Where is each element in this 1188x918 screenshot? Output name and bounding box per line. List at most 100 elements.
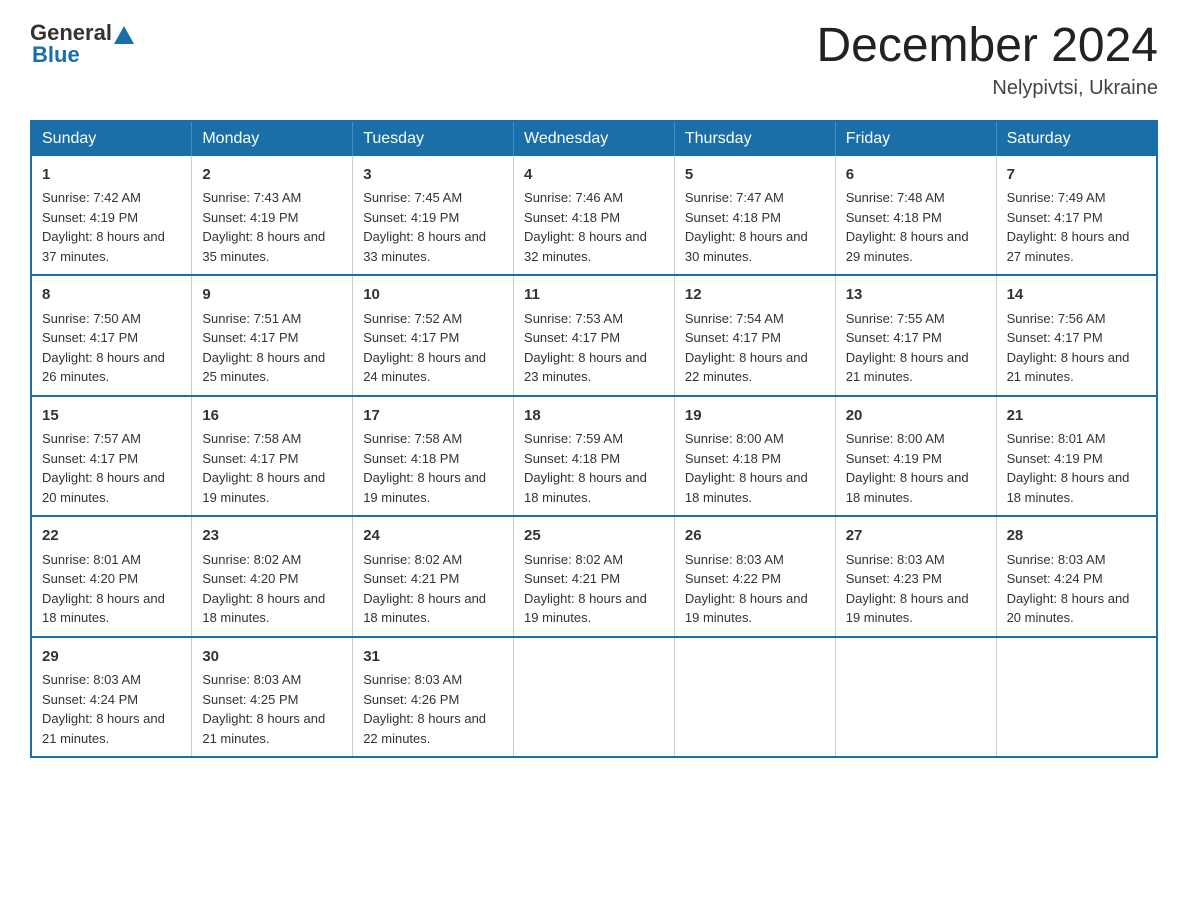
daylight-info: Daylight: 8 hours and 20 minutes. [1007, 591, 1130, 626]
calendar-cell: 5 Sunrise: 7:47 AM Sunset: 4:18 PM Dayli… [674, 156, 835, 276]
calendar-table: SundayMondayTuesdayWednesdayThursdayFrid… [30, 120, 1158, 759]
day-number: 11 [524, 284, 664, 307]
daylight-info: Daylight: 8 hours and 27 minutes. [1007, 229, 1130, 264]
sunrise-info: Sunrise: 7:45 AM [363, 190, 462, 205]
calendar-cell: 23 Sunrise: 8:02 AM Sunset: 4:20 PM Dayl… [192, 516, 353, 637]
day-number: 8 [42, 284, 181, 307]
sunset-info: Sunset: 4:17 PM [363, 330, 459, 345]
sunset-info: Sunset: 4:21 PM [524, 571, 620, 586]
calendar-cell: 25 Sunrise: 8:02 AM Sunset: 4:21 PM Dayl… [514, 516, 675, 637]
sunset-info: Sunset: 4:23 PM [846, 571, 942, 586]
sunset-info: Sunset: 4:17 PM [42, 451, 138, 466]
daylight-info: Daylight: 8 hours and 21 minutes. [1007, 350, 1130, 385]
sunset-info: Sunset: 4:17 PM [1007, 210, 1103, 225]
daylight-info: Daylight: 8 hours and 21 minutes. [42, 711, 165, 746]
sunset-info: Sunset: 4:17 PM [42, 330, 138, 345]
daylight-info: Daylight: 8 hours and 18 minutes. [363, 591, 486, 626]
sunrise-info: Sunrise: 7:55 AM [846, 311, 945, 326]
daylight-info: Daylight: 8 hours and 35 minutes. [202, 229, 325, 264]
sunrise-info: Sunrise: 7:43 AM [202, 190, 301, 205]
calendar-cell: 31 Sunrise: 8:03 AM Sunset: 4:26 PM Dayl… [353, 637, 514, 758]
sunset-info: Sunset: 4:18 PM [363, 451, 459, 466]
day-number: 14 [1007, 284, 1146, 307]
day-number: 6 [846, 164, 986, 187]
sunrise-info: Sunrise: 7:51 AM [202, 311, 301, 326]
day-number: 31 [363, 646, 503, 669]
day-number: 18 [524, 405, 664, 428]
calendar-cell: 21 Sunrise: 8:01 AM Sunset: 4:19 PM Dayl… [996, 396, 1157, 517]
sunrise-info: Sunrise: 7:59 AM [524, 431, 623, 446]
sunset-info: Sunset: 4:18 PM [685, 210, 781, 225]
sunrise-info: Sunrise: 8:01 AM [42, 552, 141, 567]
calendar-cell: 12 Sunrise: 7:54 AM Sunset: 4:17 PM Dayl… [674, 275, 835, 396]
calendar-cell: 9 Sunrise: 7:51 AM Sunset: 4:17 PM Dayli… [192, 275, 353, 396]
sunrise-info: Sunrise: 7:46 AM [524, 190, 623, 205]
daylight-info: Daylight: 8 hours and 37 minutes. [42, 229, 165, 264]
calendar-cell: 16 Sunrise: 7:58 AM Sunset: 4:17 PM Dayl… [192, 396, 353, 517]
daylight-info: Daylight: 8 hours and 22 minutes. [363, 711, 486, 746]
sunrise-info: Sunrise: 8:03 AM [685, 552, 784, 567]
calendar-cell: 8 Sunrise: 7:50 AM Sunset: 4:17 PM Dayli… [31, 275, 192, 396]
sunrise-info: Sunrise: 8:03 AM [42, 672, 141, 687]
calendar-cell [835, 637, 996, 758]
sunset-info: Sunset: 4:20 PM [202, 571, 298, 586]
daylight-info: Daylight: 8 hours and 18 minutes. [1007, 470, 1130, 505]
calendar-body: 1 Sunrise: 7:42 AM Sunset: 4:19 PM Dayli… [31, 156, 1157, 758]
sunrise-info: Sunrise: 8:01 AM [1007, 431, 1106, 446]
daylight-info: Daylight: 8 hours and 32 minutes. [524, 229, 647, 264]
location-subtitle: Nelypivtsi, Ukraine [816, 77, 1158, 100]
calendar-cell: 4 Sunrise: 7:46 AM Sunset: 4:18 PM Dayli… [514, 156, 675, 276]
daylight-info: Daylight: 8 hours and 18 minutes. [524, 470, 647, 505]
day-number: 22 [42, 525, 181, 548]
day-number: 23 [202, 525, 342, 548]
calendar-cell: 7 Sunrise: 7:49 AM Sunset: 4:17 PM Dayli… [996, 156, 1157, 276]
sunset-info: Sunset: 4:17 PM [202, 330, 298, 345]
day-number: 26 [685, 525, 825, 548]
daylight-info: Daylight: 8 hours and 19 minutes. [846, 591, 969, 626]
calendar-cell: 6 Sunrise: 7:48 AM Sunset: 4:18 PM Dayli… [835, 156, 996, 276]
sunrise-info: Sunrise: 8:02 AM [524, 552, 623, 567]
weekday-header-thursday: Thursday [674, 121, 835, 156]
day-number: 4 [524, 164, 664, 187]
calendar-cell: 11 Sunrise: 7:53 AM Sunset: 4:17 PM Dayl… [514, 275, 675, 396]
day-number: 1 [42, 164, 181, 187]
sunrise-info: Sunrise: 8:03 AM [202, 672, 301, 687]
calendar-cell: 10 Sunrise: 7:52 AM Sunset: 4:17 PM Dayl… [353, 275, 514, 396]
sunrise-info: Sunrise: 7:42 AM [42, 190, 141, 205]
calendar-cell: 30 Sunrise: 8:03 AM Sunset: 4:25 PM Dayl… [192, 637, 353, 758]
weekday-header-monday: Monday [192, 121, 353, 156]
sunrise-info: Sunrise: 7:53 AM [524, 311, 623, 326]
weekday-row: SundayMondayTuesdayWednesdayThursdayFrid… [31, 121, 1157, 156]
day-number: 27 [846, 525, 986, 548]
calendar-cell: 19 Sunrise: 8:00 AM Sunset: 4:18 PM Dayl… [674, 396, 835, 517]
daylight-info: Daylight: 8 hours and 20 minutes. [42, 470, 165, 505]
daylight-info: Daylight: 8 hours and 33 minutes. [363, 229, 486, 264]
calendar-cell: 15 Sunrise: 7:57 AM Sunset: 4:17 PM Dayl… [31, 396, 192, 517]
sunrise-info: Sunrise: 7:48 AM [846, 190, 945, 205]
day-number: 7 [1007, 164, 1146, 187]
daylight-info: Daylight: 8 hours and 21 minutes. [846, 350, 969, 385]
sunset-info: Sunset: 4:24 PM [1007, 571, 1103, 586]
sunset-info: Sunset: 4:17 PM [524, 330, 620, 345]
weekday-header-sunday: Sunday [31, 121, 192, 156]
sunset-info: Sunset: 4:19 PM [1007, 451, 1103, 466]
sunset-info: Sunset: 4:18 PM [524, 451, 620, 466]
sunrise-info: Sunrise: 7:56 AM [1007, 311, 1106, 326]
sunrise-info: Sunrise: 7:57 AM [42, 431, 141, 446]
sunset-info: Sunset: 4:17 PM [202, 451, 298, 466]
calendar-cell: 29 Sunrise: 8:03 AM Sunset: 4:24 PM Dayl… [31, 637, 192, 758]
daylight-info: Daylight: 8 hours and 24 minutes. [363, 350, 486, 385]
daylight-info: Daylight: 8 hours and 25 minutes. [202, 350, 325, 385]
daylight-info: Daylight: 8 hours and 18 minutes. [202, 591, 325, 626]
day-number: 20 [846, 405, 986, 428]
day-number: 13 [846, 284, 986, 307]
day-number: 15 [42, 405, 181, 428]
sunset-info: Sunset: 4:17 PM [846, 330, 942, 345]
calendar-cell: 20 Sunrise: 8:00 AM Sunset: 4:19 PM Dayl… [835, 396, 996, 517]
calendar-cell: 28 Sunrise: 8:03 AM Sunset: 4:24 PM Dayl… [996, 516, 1157, 637]
sunset-info: Sunset: 4:18 PM [524, 210, 620, 225]
daylight-info: Daylight: 8 hours and 29 minutes. [846, 229, 969, 264]
sunrise-info: Sunrise: 8:00 AM [846, 431, 945, 446]
day-number: 10 [363, 284, 503, 307]
sunrise-info: Sunrise: 8:02 AM [202, 552, 301, 567]
